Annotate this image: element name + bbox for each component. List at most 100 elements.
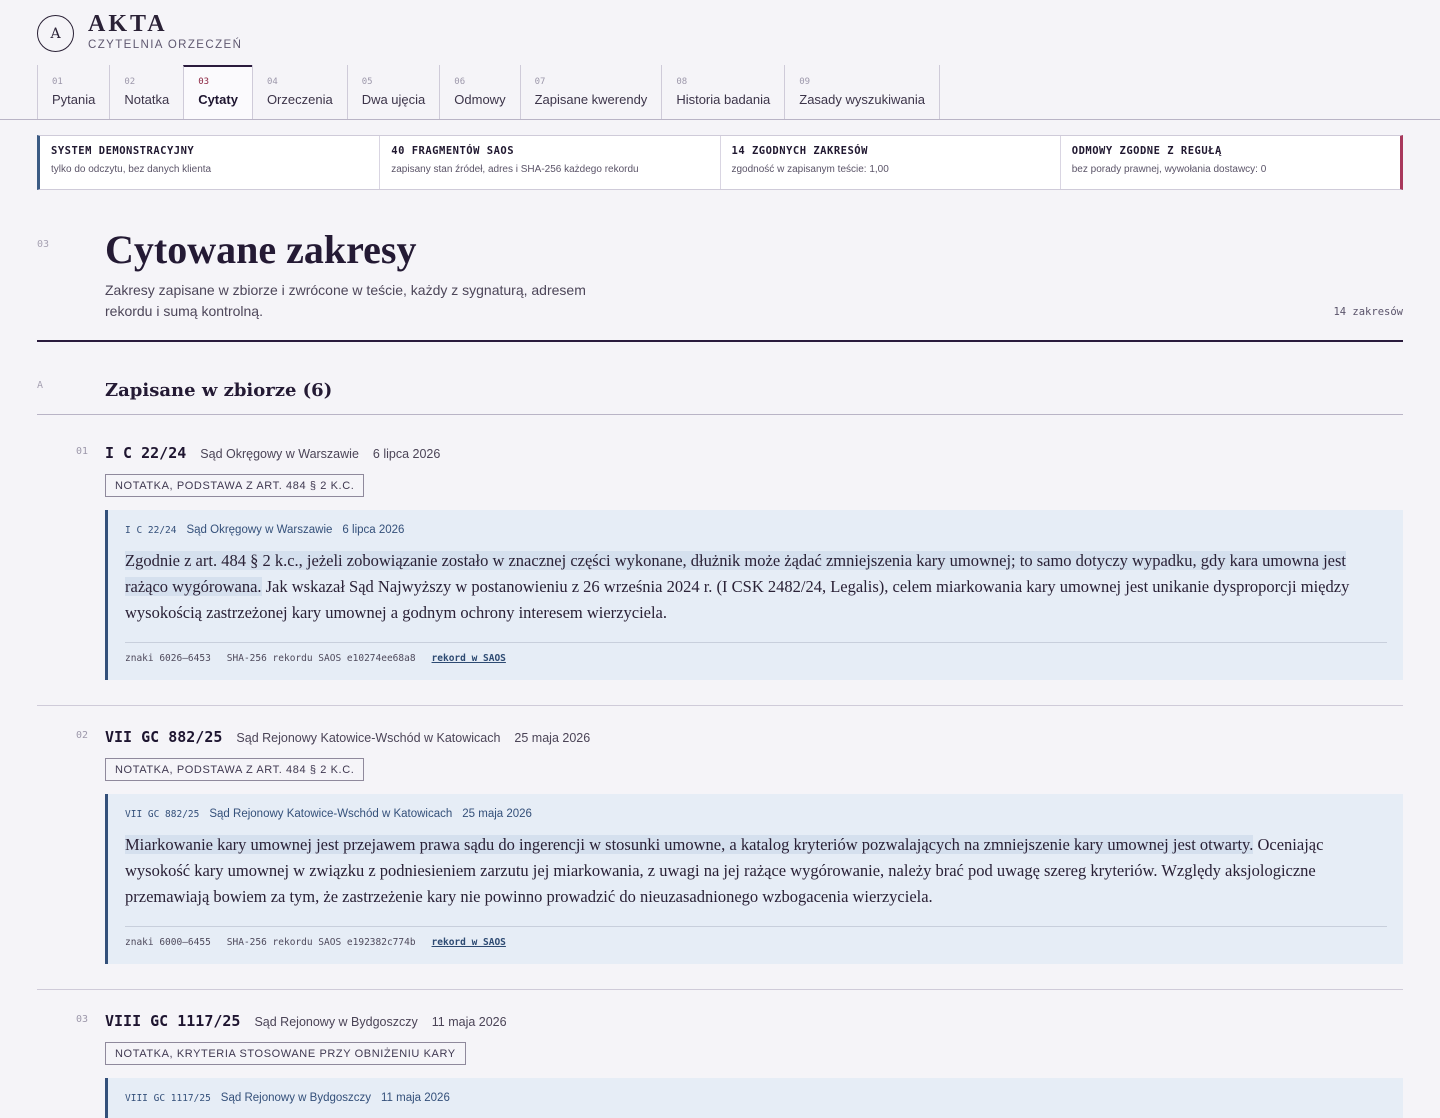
quote-court: Sąd Rejonowy w Bydgoszczy xyxy=(220,1092,372,1104)
status-title: 14 ZGODNYCH ZAKRESÓW xyxy=(731,145,868,157)
quote-signature: I C 22/24 xyxy=(125,525,177,536)
status-desc: tylko do odczytu, bez danych klienta xyxy=(51,164,212,175)
section-title: Zapisane w zbiorze (6) xyxy=(105,380,333,401)
brand-logo-icon: A xyxy=(37,15,74,52)
tab-zapisane-kwerendy[interactable]: 07 Zapisane kwerendy xyxy=(519,65,662,120)
tab-number: 04 xyxy=(266,77,278,87)
status-strip: SYSTEM DEMONSTRACYJNY tylko do odczytu, … xyxy=(37,135,1403,190)
entry-header: VII GC 882/25 Sąd Rejonowy Katowice-Wsch… xyxy=(105,728,590,746)
status-title: SYSTEM DEMONSTRACYJNY xyxy=(51,145,195,157)
brand-subtitle: CZYTELNIA ORZECZEŃ xyxy=(88,39,243,51)
quote-date: 11 maja 2026 xyxy=(381,1092,450,1104)
tab-number: 09 xyxy=(799,77,811,87)
tab-historia-badania[interactable]: 08 Historia badania xyxy=(661,65,784,120)
quote-meta: VIII GC 1117/25 Sąd Rejonowy w Bydgoszcz… xyxy=(125,1092,1387,1104)
quote-meta: VII GC 882/25 Sąd Rejonowy Katowice-Wsch… xyxy=(125,808,1387,820)
quote-highlight: Miarkowanie kary umownej jest przejawem … xyxy=(125,835,1254,854)
status-title: 40 FRAGMENTÓW SAOS xyxy=(391,145,515,157)
tab-dwa-ujecia[interactable]: 05 Dwa ujęcia xyxy=(346,65,440,120)
tab-label: Historia badania xyxy=(676,92,771,107)
saos-record-link[interactable]: rekord w SAOS xyxy=(432,653,506,664)
entry-number: 03 xyxy=(76,1014,89,1025)
quote-date: 6 lipca 2026 xyxy=(342,524,405,536)
status-desc: bez porady prawnej, wywołania dostawcy: … xyxy=(1071,164,1267,175)
usage-tag: NOTATKA, KRYTERIA STOSOWANE PRZY OBNIŻEN… xyxy=(105,1042,466,1065)
tab-label: Pytania xyxy=(52,92,96,107)
tab-odmowy[interactable]: 06 Odmowy xyxy=(439,65,519,120)
tab-number: 06 xyxy=(454,77,466,87)
quote-block: VIII GC 1117/25 Sąd Rejonowy w Bydgoszcz… xyxy=(105,1078,1403,1118)
tab-orzeczenia[interactable]: 04 Orzeczenia xyxy=(251,65,347,120)
tab-label: Odmowy xyxy=(454,92,506,107)
tab-label: Zasady wyszukiwania xyxy=(799,92,925,107)
quote-rest: Jak wskazał Sąd Najwyższy w postanowieni… xyxy=(125,577,1350,622)
status-title: ODMOWY ZGODNE Z REGUŁĄ xyxy=(1071,145,1222,157)
tab-number: 03 xyxy=(198,77,210,87)
quote-block: VII GC 882/25 Sąd Rejonowy Katowice-Wsch… xyxy=(105,794,1403,964)
quote-date: 25 maja 2026 xyxy=(462,808,532,820)
tab-notatka[interactable]: 02 Notatka xyxy=(109,65,183,120)
brand-name: AKTA xyxy=(88,11,168,37)
app-brand[interactable]: A AKTA CZYTELNIA ORZECZEŃ xyxy=(37,11,243,52)
quote-meta: I C 22/24 Sąd Okręgowy w Warszawie 6 lip… xyxy=(125,524,1387,536)
char-range: znaki 6026–6453 xyxy=(125,653,211,664)
entry-header: I C 22/24 Sąd Okręgowy w Warszawie 6 lip… xyxy=(105,444,440,462)
quote-court: Sąd Okręgowy w Warszawie xyxy=(186,524,333,536)
quote-footer: znaki 6000–6455 SHA-256 rekordu SAOS e19… xyxy=(125,926,1387,964)
quote-footer: znaki 6026–6453 SHA-256 rekordu SAOS e10… xyxy=(125,642,1387,680)
char-range: znaki 6000–6455 xyxy=(125,937,211,948)
case-signature: VII GC 882/25 xyxy=(105,728,223,746)
tab-pytania[interactable]: 01 Pytania xyxy=(37,65,109,120)
status-cell: SYSTEM DEMONSTRACYJNY tylko do odczytu, … xyxy=(40,136,379,189)
usage-tag: NOTATKA, PODSTAWA Z ART. 484 § 2 K.C. xyxy=(105,474,365,497)
status-cell: 14 ZGODNYCH ZAKRESÓW zgodność w zapisany… xyxy=(719,136,1060,189)
record-checksum: SHA-256 rekordu SAOS e10274ee68a8 xyxy=(226,653,416,664)
status-cell: 40 FRAGMENTÓW SAOS zapisany stan źródeł,… xyxy=(379,136,719,189)
status-desc: zgodność w zapisanym teście: 1,00 xyxy=(731,164,889,175)
court-name: Sąd Rejonowy Katowice-Wschód w Katowicac… xyxy=(236,731,501,745)
judgment-date: 6 lipca 2026 xyxy=(372,447,441,461)
judgment-date: 11 maja 2026 xyxy=(431,1015,507,1029)
tab-label: Notatka xyxy=(124,92,170,107)
entry-divider xyxy=(37,989,1403,990)
quote-signature: VIII GC 1117/25 xyxy=(125,1093,211,1104)
entry-header: VIII GC 1117/25 Sąd Rejonowy w Bydgoszcz… xyxy=(105,1012,507,1030)
page-section-number: 03 xyxy=(37,239,50,250)
tab-number: 07 xyxy=(534,77,546,87)
quote-court: Sąd Rejonowy Katowice-Wschód w Katowicac… xyxy=(209,808,453,820)
entry-number: 02 xyxy=(76,730,89,741)
court-name: Sąd Okręgowy w Warszawie xyxy=(200,447,359,461)
entry-divider xyxy=(37,705,1403,706)
page-title: Cytowane zakresy xyxy=(105,227,417,272)
case-signature: I C 22/24 xyxy=(105,444,187,462)
tab-number: 08 xyxy=(676,77,688,87)
tabs-divider xyxy=(0,119,1440,120)
tab-label: Zapisane kwerendy xyxy=(534,92,648,107)
quote-block: I C 22/24 Sąd Okręgowy w Warszawie 6 lip… xyxy=(105,510,1403,680)
heading-divider xyxy=(37,340,1403,342)
main-tabs: 01 Pytania 02 Notatka 03 Cytaty 04 Orzeczeni… xyxy=(37,65,940,120)
tab-label: Dwa ujęcia xyxy=(361,92,426,107)
saos-record-link[interactable]: rekord w SAOS xyxy=(432,937,506,948)
tab-zasady-wyszukiwania[interactable]: 09 Zasady wyszukiwania xyxy=(784,65,940,120)
tab-number: 02 xyxy=(124,77,136,87)
range-count: 14 zakresów xyxy=(1333,306,1403,318)
entry-number: 01 xyxy=(76,446,89,457)
quote-signature: VII GC 882/25 xyxy=(125,809,200,820)
tab-cytaty[interactable]: 03 Cytaty xyxy=(183,65,252,120)
section-divider xyxy=(37,414,1403,415)
judgment-date: 25 maja 2026 xyxy=(514,731,591,745)
case-signature: VIII GC 1117/25 xyxy=(105,1012,241,1030)
tab-label: Orzeczenia xyxy=(266,92,333,107)
section-letter: A xyxy=(37,380,44,391)
tab-label: Cytaty xyxy=(198,92,238,107)
tab-number: 05 xyxy=(361,77,373,87)
usage-tag: NOTATKA, PODSTAWA Z ART. 484 § 2 K.C. xyxy=(105,758,365,781)
court-name: Sąd Rejonowy w Bydgoszczy xyxy=(254,1015,418,1029)
tab-number: 01 xyxy=(52,77,63,87)
status-cell: ODMOWY ZGODNE Z REGUŁĄ bez porady prawne… xyxy=(1059,136,1400,189)
quote-text: Zgodnie z art. 484 § 2 k.c., jeżeli zobo… xyxy=(125,548,1387,626)
status-desc: zapisany stan źródeł, adres i SHA-256 ka… xyxy=(391,164,639,175)
record-checksum: SHA-256 rekordu SAOS e192382c774b xyxy=(226,937,416,948)
quote-text: Miarkowanie kary umownej jest przejawem … xyxy=(125,832,1387,910)
